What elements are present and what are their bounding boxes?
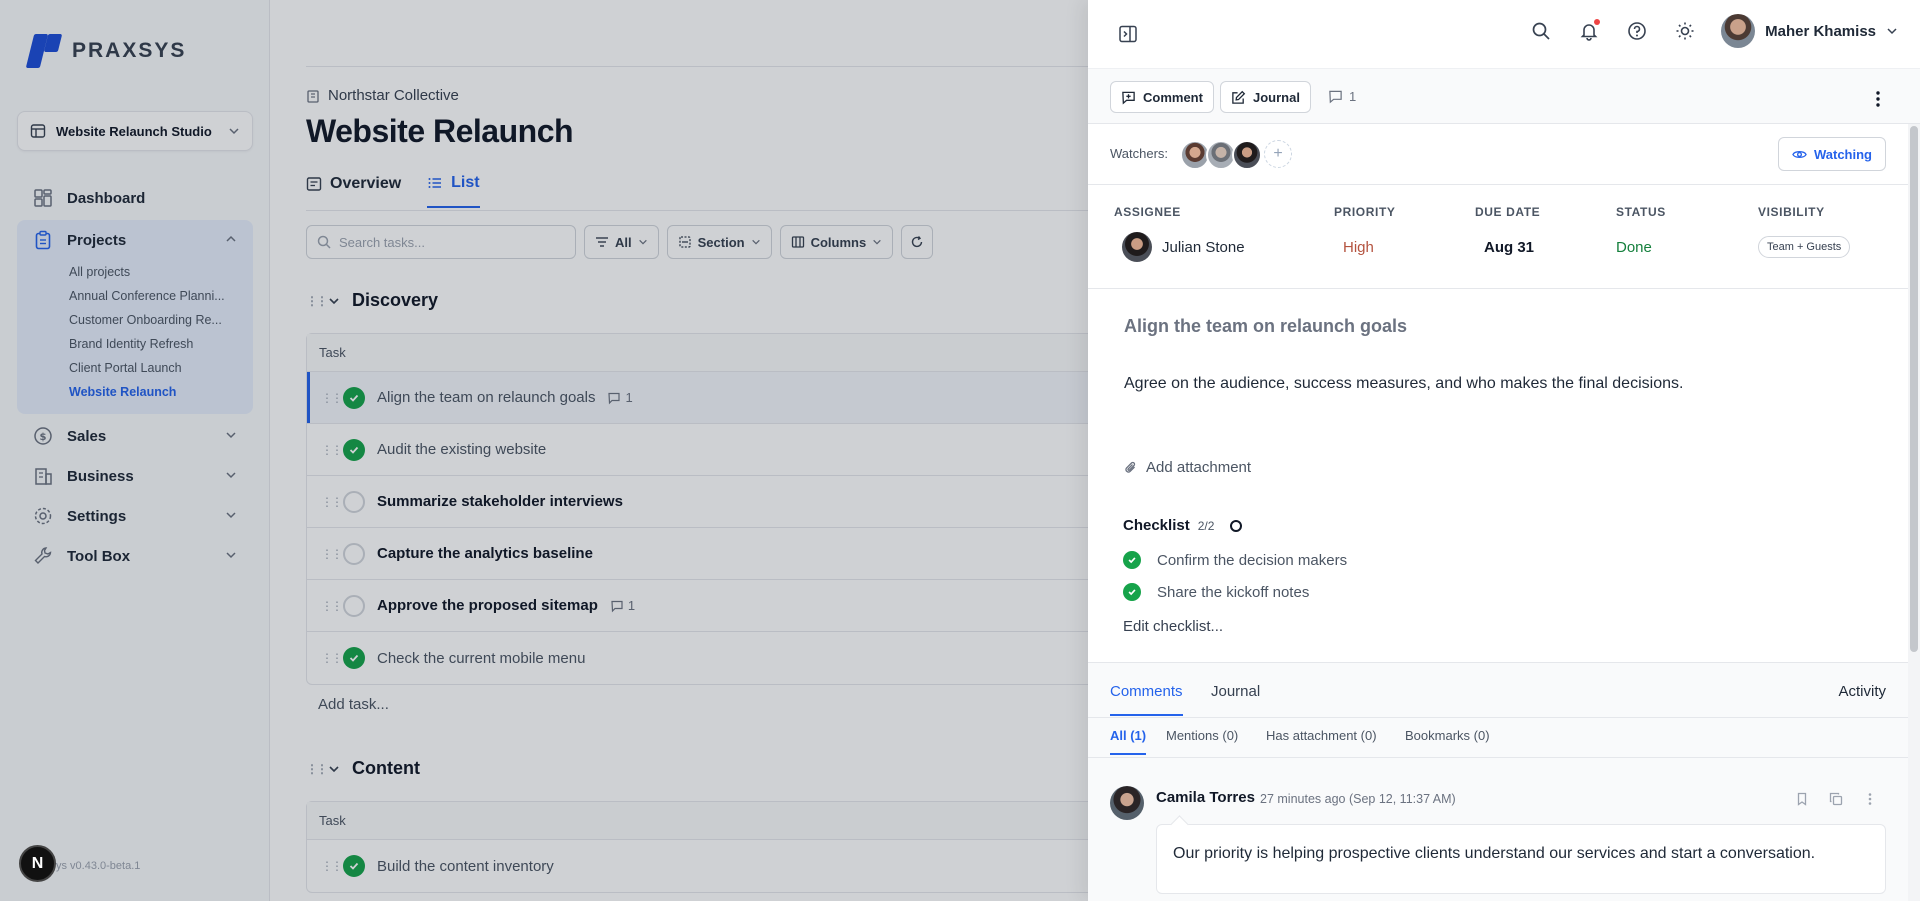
status-field[interactable]: STATUS Done [1616,205,1666,263]
drawer-topbar: Maher Khamiss [1088,0,1920,68]
journal-button-label: Journal [1253,89,1300,105]
search-button[interactable] [1529,19,1553,43]
theme-toggle-button[interactable] [1673,19,1697,43]
task-drawer: Maher Khamiss Comment Journal 1 Watchers… [1088,0,1920,901]
filter-has-attachment[interactable]: Has attachment (0) [1266,728,1377,753]
priority-field[interactable]: PRIORITY High [1334,205,1395,263]
add-watcher-button[interactable]: + [1264,140,1292,168]
bookmark-icon [1797,792,1807,806]
more-options-button[interactable] [1866,87,1890,111]
watcher-avatars: + [1180,140,1292,170]
comment-actions [1794,791,1878,807]
journal-button[interactable]: Journal [1220,81,1311,113]
drawer-actions-bar: Comment Journal 1 [1088,68,1920,124]
copy-button[interactable] [1828,791,1844,807]
visibility-badge: Team + Guests [1758,236,1851,258]
tab-comments[interactable]: Comments [1110,683,1183,716]
search-icon [1532,22,1550,40]
watching-label: Watching [1813,146,1872,162]
checklist-item[interactable]: Confirm the decision makers [1123,551,1347,569]
checklist-title: Checklist [1123,517,1190,534]
comment-button-label: Comment [1143,89,1203,105]
help-icon [1628,22,1646,40]
avatar [1110,786,1144,820]
assignee-field[interactable]: ASSIGNEE Julian Stone [1114,205,1245,263]
notification-dot [1594,19,1601,25]
avatar [1721,14,1756,48]
checklist-item-label: Confirm the decision makers [1157,551,1348,569]
watchers-label: Watchers: [1110,146,1169,161]
due-date-header: DUE DATE [1475,205,1541,219]
comment-count[interactable]: 1 [1328,89,1356,104]
add-attachment-button[interactable]: Add attachment [1124,459,1251,476]
kebab-icon [1876,91,1880,107]
avatar [1122,232,1152,262]
comment-count-value: 1 [1349,89,1357,104]
help-button[interactable] [1625,19,1649,43]
visibility-header: VISIBILITY [1758,205,1825,219]
task-title[interactable]: Align the team on relaunch goals [1124,316,1407,337]
sun-icon [1676,22,1694,40]
comment-body[interactable]: Our priority is helping prospective clie… [1156,824,1886,894]
chevron-down-icon [1887,28,1897,35]
priority-value: High [1343,238,1374,256]
comment-button[interactable]: Comment [1110,81,1214,113]
copy-icon [1829,792,1843,806]
task-meta: ASSIGNEE Julian Stone PRIORITY High DUE … [1088,185,1908,289]
topbar-actions: Maher Khamiss [1529,14,1898,48]
assignee-name: Julian Stone [1162,238,1245,256]
comment-more-button[interactable] [1862,791,1878,807]
checklist-header: Checklist 2/2 [1123,517,1243,534]
edit-note-icon [1232,90,1246,104]
progress-ring-icon [1230,519,1243,532]
comment-item: Camila Torres 27 minutes ago (Sep 12, 11… [1088,758,1908,901]
comment-icon [1329,90,1342,104]
filter-all[interactable]: All (1) [1110,728,1147,755]
status-header: STATUS [1616,205,1666,219]
watchers-row: Watchers: + Watching [1088,124,1908,185]
status-value: Done [1616,238,1652,256]
comments-tabs: Comments Journal Activity [1088,662,1908,718]
done-check-icon[interactable] [1123,583,1141,601]
task-description[interactable]: Agree on the audience, success measures,… [1124,375,1683,393]
add-attachment-label: Add attachment [1146,459,1252,476]
tab-journal[interactable]: Journal [1211,683,1260,714]
kebab-icon [1868,793,1872,805]
filter-mentions[interactable]: Mentions (0) [1166,728,1238,753]
comment-timestamp: 27 minutes ago (Sep 12, 11:37 AM) [1260,792,1456,806]
comment-filters: All (1) Mentions (0) Has attachment (0) … [1088,718,1908,758]
avatar[interactable] [1232,140,1262,170]
tab-activity[interactable]: Activity [1838,683,1886,714]
checklist-item-label: Share the kickoff notes [1157,583,1310,601]
user-menu[interactable]: Maher Khamiss [1721,14,1898,48]
watching-button[interactable]: Watching [1777,137,1886,171]
assignee-header: ASSIGNEE [1114,205,1181,219]
collapse-panel-button[interactable] [1116,22,1140,46]
scrollbar-thumb[interactable] [1910,126,1918,652]
checklist-item[interactable]: Share the kickoff notes [1123,583,1309,601]
paperclip-icon [1125,461,1136,473]
comment-plus-icon [1122,91,1135,105]
dev-badge[interactable]: N [19,845,56,882]
bookmark-button[interactable] [1794,791,1810,807]
done-check-icon[interactable] [1123,551,1141,569]
priority-header: PRIORITY [1334,205,1396,219]
eye-icon [1792,150,1807,158]
comment-author: Camila Torres [1156,789,1255,806]
filter-bookmarks[interactable]: Bookmarks (0) [1405,728,1490,753]
due-date-value: Aug 31 [1484,238,1535,256]
panel-collapse-icon [1119,25,1137,43]
notifications-button[interactable] [1577,19,1601,43]
user-name: Maher Khamiss [1765,22,1876,40]
due-date-field[interactable]: DUE DATE Aug 31 [1475,205,1540,263]
visibility-field[interactable]: VISIBILITY Team + Guests [1758,205,1851,263]
edit-checklist-button[interactable]: Edit checklist... [1123,618,1223,635]
checklist-count: 2/2 [1197,518,1215,533]
